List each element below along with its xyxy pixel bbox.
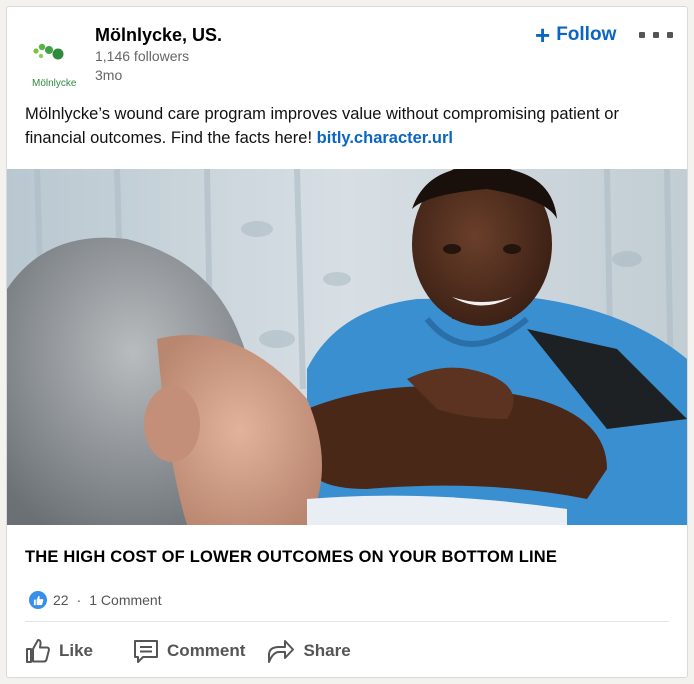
social-counts: 22 · 1 Comment bbox=[29, 589, 162, 611]
nurse-and-patient-photo bbox=[7, 169, 687, 525]
separator-dot: · bbox=[76, 592, 82, 608]
post-body: Mölnlycke’s wound care program improves … bbox=[25, 102, 645, 150]
article-headline[interactable]: THE HIGH COST OF LOWER OUTCOMES ON YOUR … bbox=[25, 548, 557, 567]
thumbs-up-icon bbox=[26, 639, 50, 663]
divider bbox=[25, 621, 669, 622]
post-link[interactable]: bitly.character.url bbox=[317, 129, 453, 147]
comment-count[interactable]: 1 Comment bbox=[89, 592, 161, 608]
action-bar: Like Comment Share bbox=[25, 633, 373, 669]
like-button[interactable]: Like bbox=[25, 638, 93, 664]
like-reaction-icon bbox=[29, 591, 47, 609]
reaction-count[interactable]: 22 bbox=[53, 592, 69, 608]
plus-icon: + bbox=[535, 20, 551, 50]
post-header: Mölnlycke Mölnlycke, US. 1,146 followers… bbox=[7, 7, 687, 97]
comment-icon bbox=[134, 640, 159, 663]
share-icon bbox=[268, 640, 295, 663]
comment-label: Comment bbox=[167, 641, 246, 660]
follow-label: Follow bbox=[556, 24, 617, 45]
comment-button[interactable]: Comment bbox=[133, 638, 245, 664]
logo-mark-icon bbox=[33, 43, 64, 60]
post-card: Mölnlycke Mölnlycke, US. 1,146 followers… bbox=[6, 6, 688, 678]
share-label: Share bbox=[303, 641, 351, 660]
share-button[interactable]: Share bbox=[267, 638, 351, 664]
logo-text: Mölnlycke bbox=[32, 78, 77, 89]
post-image[interactable] bbox=[7, 169, 687, 525]
follower-count: 1,146 followers bbox=[95, 48, 190, 64]
like-label: Like bbox=[59, 641, 94, 660]
follow-button[interactable]: + Follow bbox=[535, 21, 616, 49]
post-time: 3mo bbox=[95, 67, 123, 83]
company-name[interactable]: Mölnlycke, US. bbox=[95, 25, 222, 46]
company-logo[interactable]: Mölnlycke bbox=[27, 29, 83, 89]
more-icon[interactable] bbox=[639, 23, 673, 47]
